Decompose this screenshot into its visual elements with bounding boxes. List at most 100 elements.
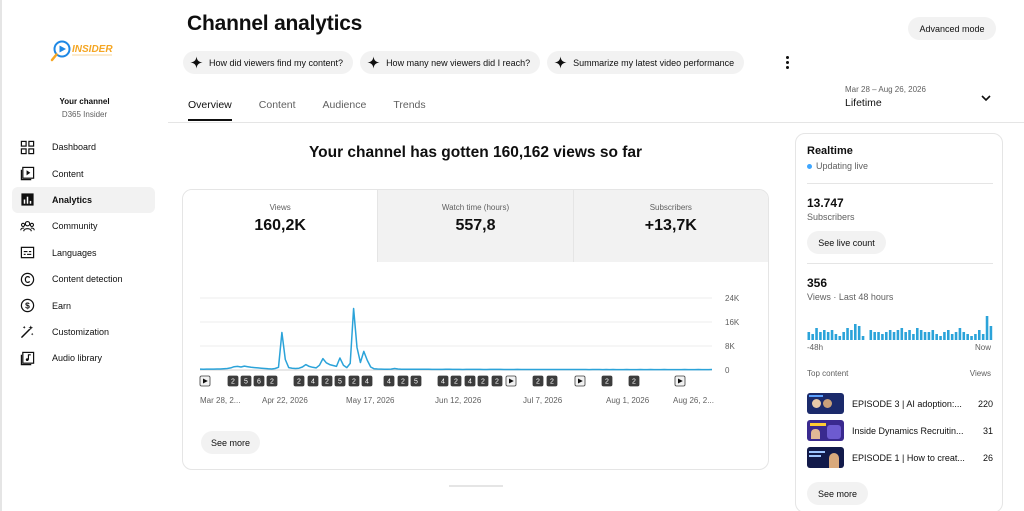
realtime-bar [908, 330, 911, 340]
date-range-text: Mar 28 – Aug 26, 2026 [845, 85, 926, 94]
realtime-bar [916, 328, 919, 340]
sidebar-item-audio-library[interactable]: Audio library [12, 345, 155, 371]
channel-logo[interactable]: INSIDER [50, 38, 120, 64]
svg-text:2: 2 [401, 379, 405, 386]
video-count-marker: 2 [348, 375, 360, 387]
top-content-row[interactable]: EPISODE 3 | AI adoption:... 220 [807, 393, 993, 414]
x-tick-label: Mar 28, 2... [200, 396, 240, 405]
languages-icon [20, 245, 35, 260]
metric-subscribers[interactable]: Subscribers +13,7K [572, 190, 768, 262]
metric-watch-time[interactable]: Watch time (hours) 557,8 [377, 190, 573, 262]
realtime-bar [823, 330, 826, 340]
see-live-count-button[interactable]: See live count [807, 231, 886, 254]
top-content-row[interactable]: EPISODE 1 | How to creat... 26 [807, 447, 993, 468]
sidebar-item-dashboard[interactable]: Dashboard [12, 134, 155, 160]
tab-content[interactable]: Content [259, 99, 296, 121]
views-line-chart[interactable]: 24K 16K 8K 0 2 5 6 2 2 4 2 5 2 4 4 2 5 4 2 4 2 2 2 2 2 2 Mar 28, 2… [183, 262, 769, 422]
realtime-views-label: Views · Last 48 hours [807, 292, 894, 302]
video-count-marker: 2 [397, 375, 409, 387]
suggestion-chip[interactable]: Summarize my latest video performance [547, 51, 745, 74]
y-tick-label: 16K [725, 318, 740, 327]
x-tick-label: Aug 26, 2... [673, 396, 714, 405]
video-title: Inside Dynamics Recruitin... [852, 425, 964, 436]
tab-audience[interactable]: Audience [323, 99, 367, 121]
realtime-bar [954, 332, 958, 340]
video-marker-play-icon [199, 375, 211, 387]
svg-text:2: 2 [325, 379, 329, 386]
views-headline: Your channel has gotten 160,162 views so… [308, 144, 643, 161]
chevron-down-icon[interactable] [980, 93, 992, 103]
live-dot-icon [807, 163, 812, 169]
sidebar-item-customization[interactable]: Customization [12, 319, 155, 345]
sidebar-item-label: Audio library [52, 353, 103, 364]
video-count-marker: 4 [464, 375, 476, 387]
sidebar-item-content[interactable]: Content [12, 160, 155, 186]
suggestion-chip[interactable]: How many new viewers did I reach? [360, 51, 541, 74]
realtime-bar [927, 332, 931, 340]
sidebar-item-label: Earn [52, 300, 72, 311]
sidebar-item-analytics[interactable]: Analytics [12, 186, 155, 214]
realtime-bar [989, 326, 993, 340]
realtime-card: Realtime Updating live 13.747 Subscriber… [795, 133, 1003, 511]
x-tick-label: Jul 7, 2026 [523, 396, 563, 405]
realtime-bar [919, 330, 923, 340]
views-series-line [199, 307, 713, 371]
svg-text:2: 2 [550, 379, 554, 386]
svg-text:2: 2 [481, 379, 485, 386]
svg-text:2: 2 [297, 379, 301, 386]
video-marker-play-icon [674, 375, 686, 387]
video-count-marker: 4 [437, 375, 449, 387]
svg-text:2: 2 [270, 379, 274, 386]
video-count-marker: 2 [546, 375, 558, 387]
svg-text:4: 4 [365, 379, 369, 386]
tab-overview[interactable]: Overview [188, 99, 232, 121]
realtime-bar [943, 332, 946, 340]
video-count-marker: 2 [321, 375, 333, 387]
video-marker-play-icon [574, 375, 586, 387]
date-range-selector[interactable]: Lifetime [845, 97, 882, 109]
realtime-bar [807, 332, 811, 340]
realtime-bar [939, 336, 942, 340]
audio-library-icon [20, 351, 35, 366]
tab-trends[interactable]: Trends [393, 99, 425, 121]
video-count-marker: 6 [253, 375, 265, 387]
sidebar-item-community[interactable]: Community [12, 213, 155, 239]
realtime-title: Realtime [807, 145, 853, 157]
copyright-icon [20, 272, 35, 287]
see-more-button[interactable]: See more [201, 431, 260, 454]
channel-name: D365 Insider [61, 110, 108, 119]
svg-text:2: 2 [231, 379, 235, 386]
video-count-marker: 2 [450, 375, 462, 387]
earn-icon: $ [20, 298, 35, 313]
community-icon [20, 219, 35, 234]
sidebar-item-content-detection[interactable]: Content detection [12, 266, 155, 292]
content-icon [20, 166, 35, 181]
svg-text:4: 4 [468, 379, 472, 386]
svg-text:5: 5 [338, 379, 342, 386]
sidebar-item-label: Languages [52, 247, 97, 258]
video-count-marker: 4 [307, 375, 319, 387]
realtime-bar [834, 334, 838, 340]
sidebar-item-earn[interactable]: $ Earn [12, 292, 155, 318]
realtime-bar-chart[interactable] [807, 314, 993, 340]
realtime-bar [950, 334, 954, 340]
sidebar-item-languages[interactable]: Languages [12, 240, 155, 266]
realtime-bar [904, 332, 907, 340]
svg-text:4: 4 [311, 379, 315, 386]
top-content-row[interactable]: Inside Dynamics Recruitin... 31 [807, 420, 993, 441]
realtime-bar [857, 326, 861, 340]
more-options-icon[interactable] [779, 53, 795, 71]
metric-views[interactable]: Views 160,2K [183, 190, 378, 262]
realtime-bar [854, 324, 857, 340]
suggestion-chip[interactable]: How did viewers find my content? [183, 51, 354, 74]
realtime-bar [842, 332, 845, 340]
realtime-axis-start: -48h [807, 343, 824, 352]
svg-text:$: $ [25, 301, 30, 311]
realtime-bar [838, 336, 842, 340]
svg-text:4: 4 [441, 379, 445, 386]
realtime-bar [892, 332, 896, 340]
see-more-top-content-button[interactable]: See more [807, 482, 868, 505]
realtime-bar [885, 332, 888, 340]
video-count-marker: 2 [477, 375, 489, 387]
advanced-mode-button[interactable]: Advanced mode [908, 17, 996, 40]
